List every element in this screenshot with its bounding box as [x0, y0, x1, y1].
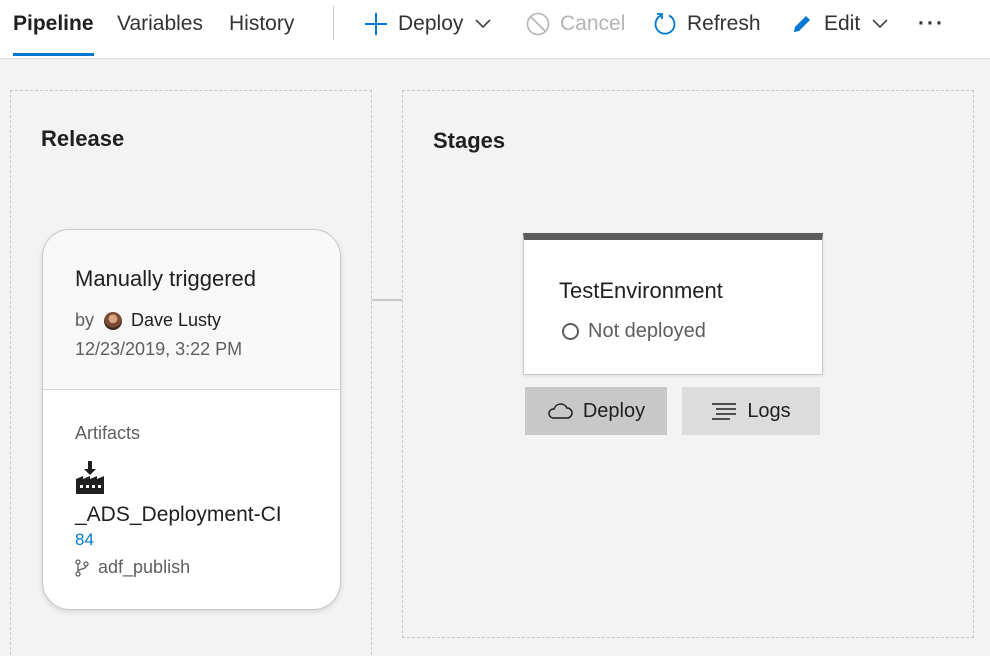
- not-deployed-icon: [562, 323, 579, 340]
- release-trigger: Manually triggered: [75, 266, 256, 291]
- logs-icon: [711, 402, 737, 420]
- chevron-down-icon: [872, 19, 888, 29]
- more-actions-button[interactable]: ···: [918, 0, 945, 48]
- stage-logs-button[interactable]: Logs: [682, 387, 820, 435]
- artifact-build-link[interactable]: 84: [75, 530, 94, 550]
- deploy-menu-button[interactable]: Deploy: [364, 0, 491, 48]
- stages-title: Stages: [433, 128, 506, 153]
- artifact-name: _ADS_Deployment-CI: [75, 503, 282, 526]
- build-artifact-icon: [75, 461, 105, 500]
- deploy-menu-label: Deploy: [398, 12, 464, 35]
- release-timestamp: 12/23/2019, 3:22 PM: [75, 339, 243, 359]
- avatar: [104, 311, 123, 330]
- refresh-label: Refresh: [687, 12, 761, 35]
- branch-icon: [75, 558, 89, 577]
- cancel-icon: [526, 12, 550, 36]
- tab-history[interactable]: History: [229, 0, 294, 56]
- author-name: Dave Lusty: [131, 310, 222, 330]
- pipeline-connector: [372, 299, 402, 301]
- stage-name: TestEnvironment: [559, 278, 723, 303]
- release-title: Release: [41, 126, 125, 151]
- tab-variables[interactable]: Variables: [117, 0, 203, 56]
- artifacts-label: Artifacts: [75, 423, 141, 443]
- release-card[interactable]: Manually triggered by Dave Lusty 12/23/2…: [42, 229, 341, 610]
- artifact-branch: adf_publish: [75, 557, 190, 578]
- stage-status: Not deployed: [562, 320, 706, 343]
- cloud-icon: [547, 402, 573, 420]
- refresh-icon: [653, 12, 677, 36]
- chevron-down-icon: [475, 19, 491, 29]
- edit-menu-button[interactable]: Edit: [790, 0, 888, 48]
- plus-icon: [364, 12, 388, 36]
- tab-pipeline[interactable]: Pipeline: [13, 0, 94, 56]
- stage-deploy-button[interactable]: Deploy: [525, 387, 667, 435]
- stage-card-testenvironment[interactable]: TestEnvironment Not deployed: [523, 233, 823, 375]
- toolbar-divider: [333, 6, 334, 40]
- stage-deploy-label: Deploy: [582, 399, 646, 422]
- release-author-line: by Dave Lusty: [75, 310, 221, 331]
- pencil-icon: [790, 12, 814, 36]
- stage-status-label: Not deployed: [588, 320, 706, 342]
- by-label: by: [75, 310, 95, 330]
- cancel-label: Cancel: [560, 12, 626, 35]
- stage-logs-label: Logs: [747, 399, 791, 422]
- edit-menu-label: Edit: [824, 12, 861, 35]
- cancel-button[interactable]: Cancel: [526, 0, 625, 48]
- branch-name: adf_publish: [98, 557, 191, 577]
- refresh-button[interactable]: Refresh: [653, 0, 761, 48]
- toolbar: Pipeline Variables History Deploy Cancel…: [0, 0, 990, 59]
